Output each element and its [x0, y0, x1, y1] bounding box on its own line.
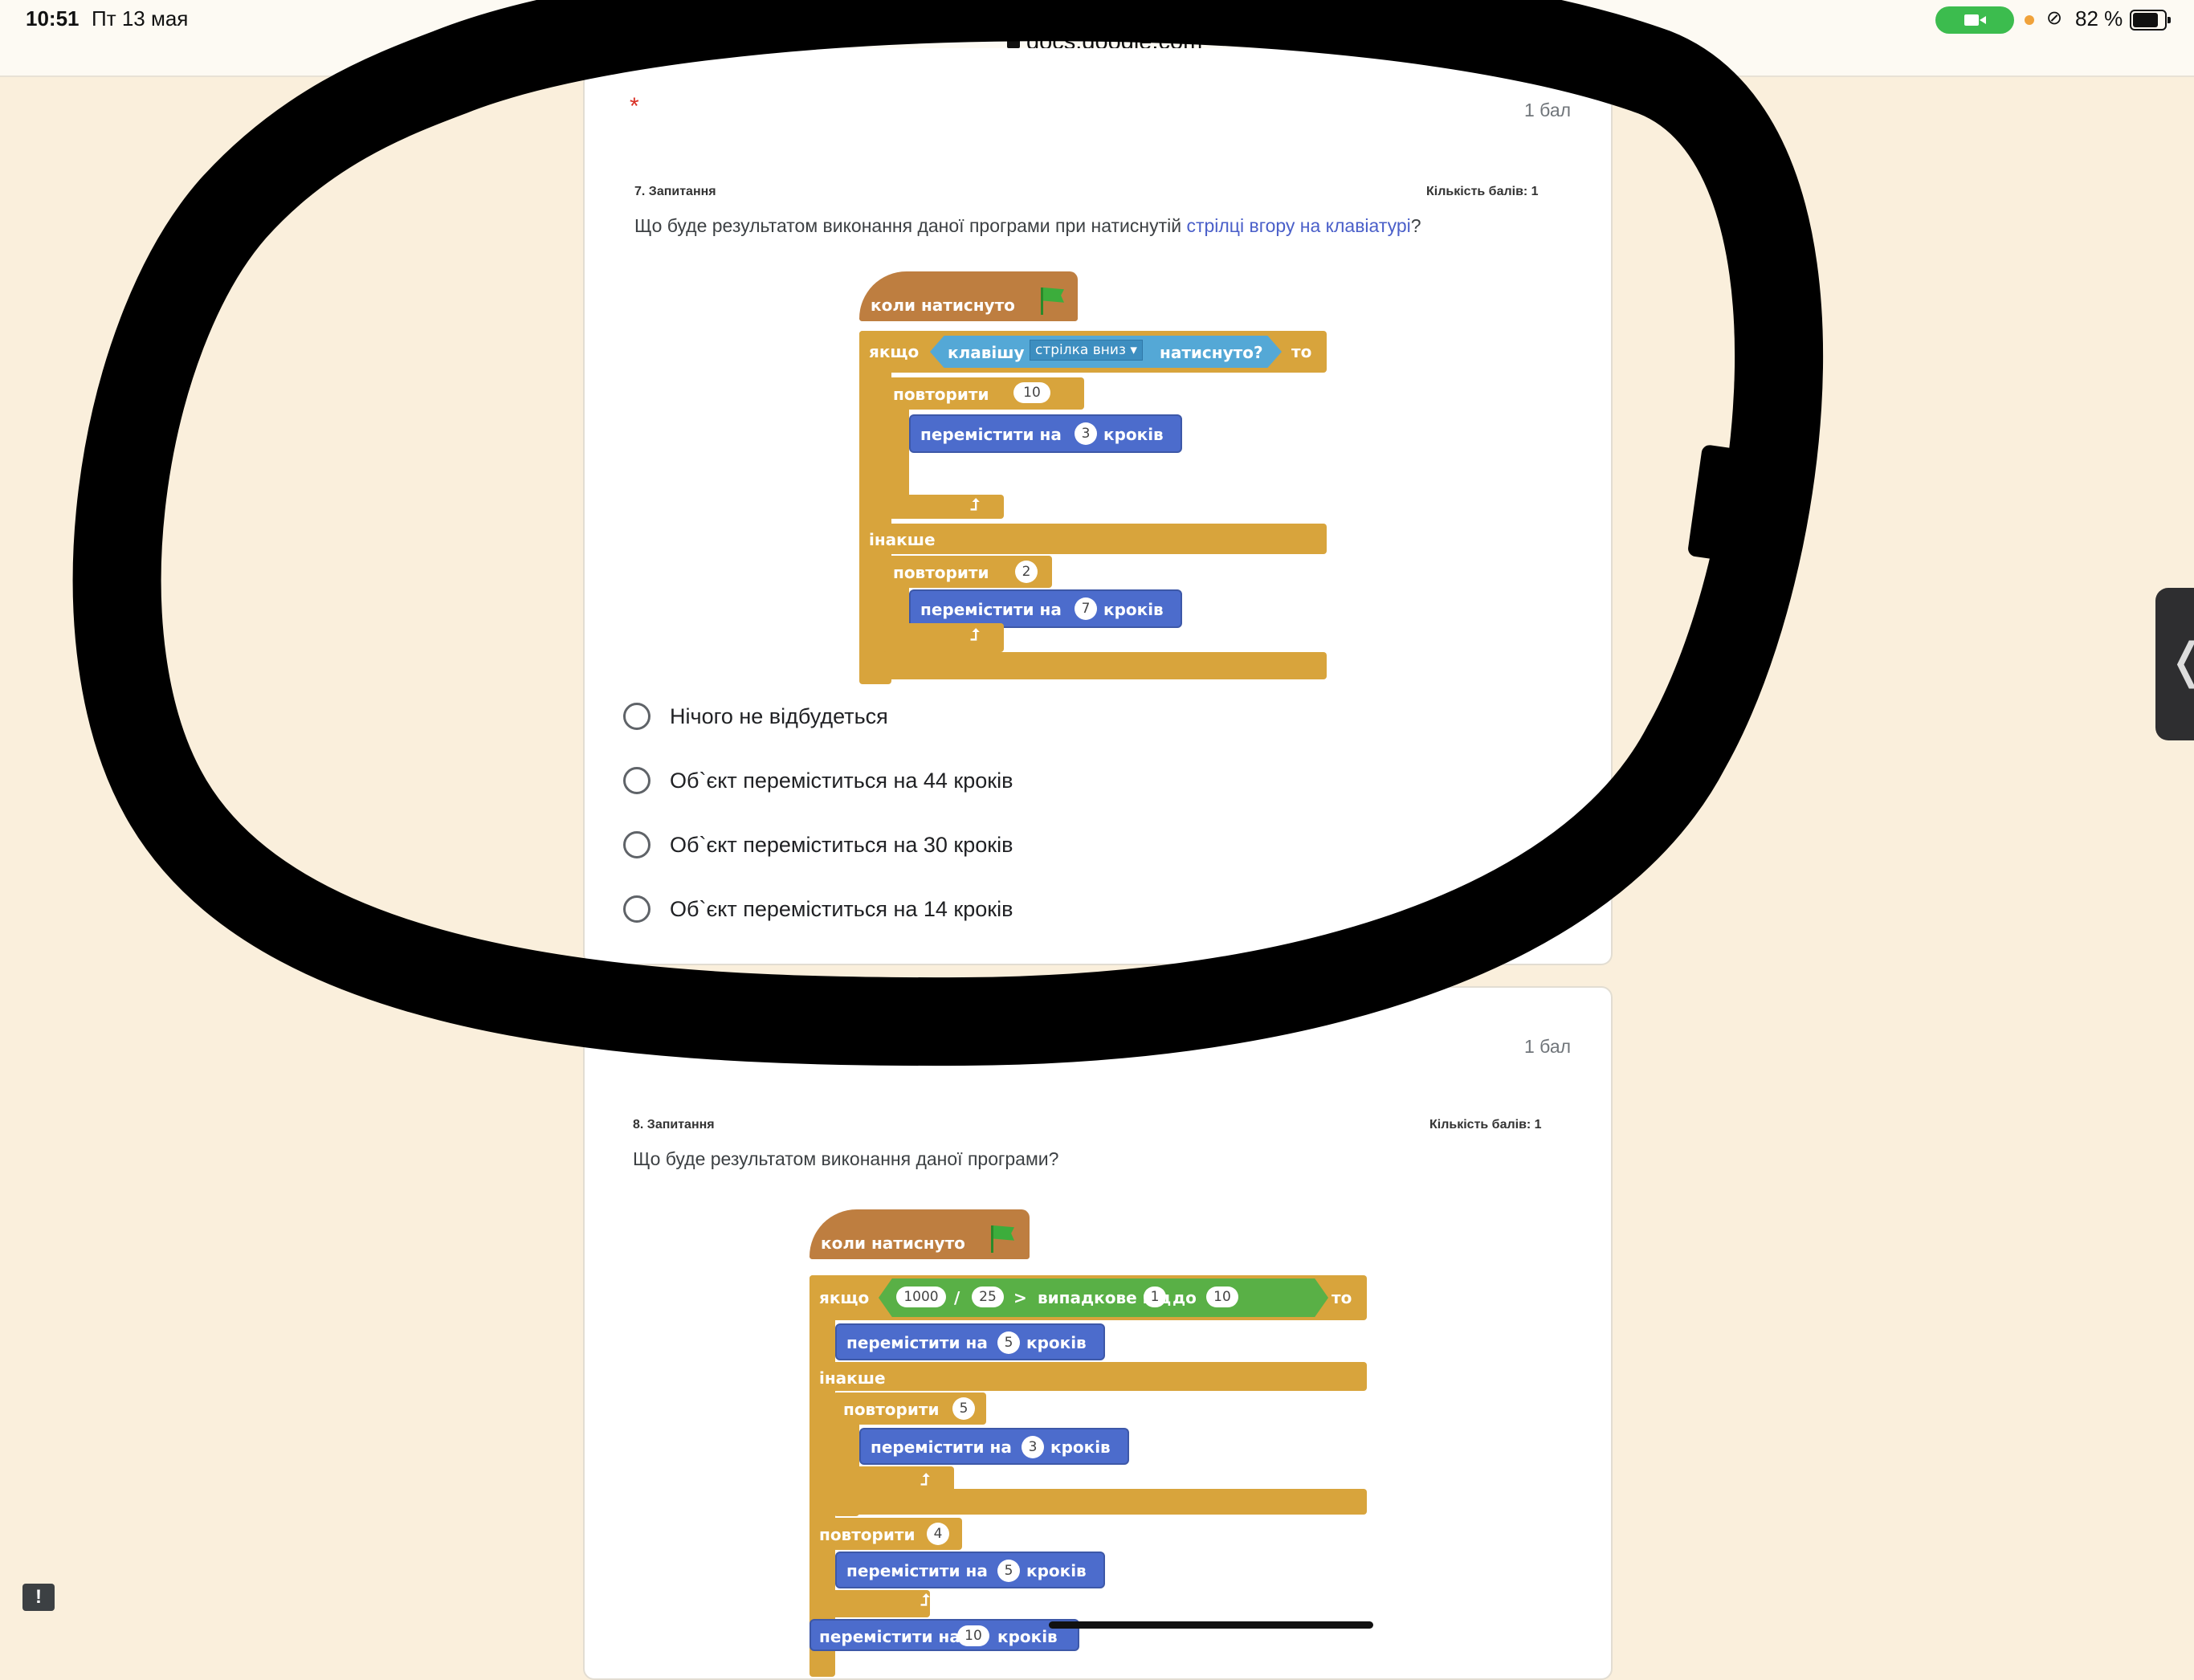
hand-drawn-circle-annotation [72, 0, 1824, 1066]
home-indicator[interactable] [1049, 1621, 1373, 1629]
chevron-left-icon: ❬ [2167, 633, 2194, 689]
feedback-icon[interactable]: ! [22, 1584, 55, 1611]
sidebar-handle[interactable]: ❬ [2155, 588, 2194, 740]
